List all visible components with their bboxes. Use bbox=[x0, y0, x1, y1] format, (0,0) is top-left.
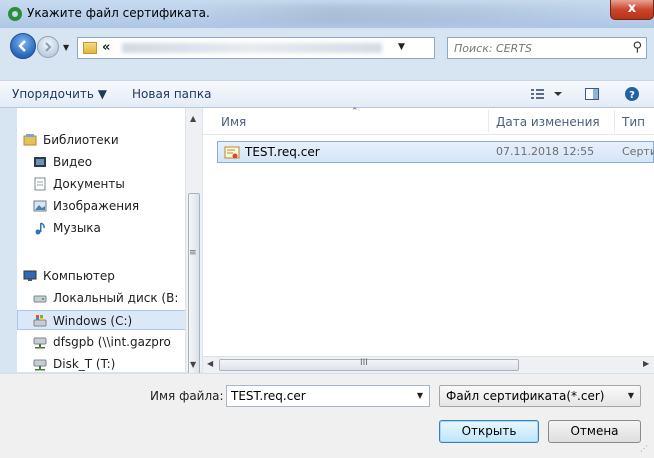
address-chevron[interactable]: « bbox=[102, 40, 110, 55]
recent-locations-dropdown[interactable]: ▼ bbox=[63, 43, 69, 52]
new-folder-button[interactable]: Новая папка bbox=[132, 87, 211, 101]
arrow-right-icon bbox=[45, 42, 52, 52]
file-name: TEST.req.cer bbox=[245, 145, 320, 159]
column-header-date[interactable]: Дата изменения bbox=[496, 115, 600, 129]
cancel-button[interactable]: Отмена bbox=[548, 420, 641, 443]
sidebar-item-label: Локальный диск (B: bbox=[53, 291, 179, 305]
sidebar-item-label: dfsgpb (\\int.gazpro bbox=[53, 335, 171, 349]
svg-text:?: ? bbox=[629, 90, 635, 101]
search-icon[interactable]: ⚲ bbox=[632, 40, 642, 55]
column-header-type[interactable]: Тип bbox=[622, 115, 645, 129]
sidebar-item-label: Windows (C:) bbox=[53, 314, 133, 328]
command-bar: Упорядочить ▼ Новая папка ? bbox=[0, 80, 654, 108]
certificate-file-icon bbox=[224, 146, 240, 159]
file-name-input[interactable] bbox=[231, 388, 401, 404]
sidebar-item-music[interactable]: Музыка bbox=[33, 218, 193, 238]
computer-icon bbox=[23, 270, 37, 281]
network-drive-icon bbox=[33, 337, 47, 349]
address-path bbox=[122, 43, 382, 53]
sidebar-item-label: Музыка bbox=[53, 221, 101, 235]
back-button[interactable] bbox=[10, 33, 36, 59]
view-options-button[interactable] bbox=[530, 86, 564, 105]
music-icon bbox=[35, 222, 45, 235]
navigation-pane-scrollbar[interactable]: ▲ ≡ ▼ bbox=[185, 108, 202, 408]
sidebar-item-local-disk-b[interactable]: Локальный диск (B: bbox=[33, 288, 193, 308]
scroll-grip-icon: ≡ bbox=[189, 248, 197, 258]
file-type-value: Файл сертификата(*.cer) bbox=[446, 389, 605, 403]
sidebar-item-video[interactable]: Видео bbox=[33, 152, 193, 172]
sidebar-item-disk-t[interactable]: Disk_T (T:) bbox=[33, 354, 193, 372]
scroll-up-icon[interactable]: ▲ bbox=[190, 114, 196, 123]
navigation-bar: ▼ « ▼ ↹ ⚲ bbox=[0, 28, 654, 80]
window-title: Укажите файл сертификата. bbox=[27, 6, 210, 20]
file-list-horizontal-scrollbar[interactable]: ◀ III ▶ bbox=[203, 356, 654, 373]
arrow-left-icon bbox=[18, 40, 26, 52]
video-icon bbox=[34, 157, 46, 167]
hard-disk-icon bbox=[33, 295, 47, 303]
view-list-icon bbox=[531, 89, 562, 99]
close-button[interactable]: x bbox=[610, 0, 654, 20]
file-row[interactable]: TEST.req.cer 07.11.2018 12:55 Серти bbox=[217, 141, 654, 163]
search-box[interactable]: ⚲ bbox=[447, 37, 647, 59]
libraries-icon bbox=[23, 134, 37, 146]
chevron-down-icon: ▼ bbox=[627, 391, 634, 400]
sidebar-item-network-dfsgpb[interactable]: dfsgpb (\\int.gazpro bbox=[33, 332, 201, 352]
pictures-icon bbox=[33, 200, 47, 212]
organize-button[interactable]: Упорядочить ▼ bbox=[12, 87, 107, 101]
file-type-select[interactable]: Файл сертификата(*.cer) ▼ bbox=[439, 385, 641, 407]
preview-pane-icon bbox=[585, 88, 599, 100]
sort-ascending-icon: ⌃ bbox=[351, 107, 359, 117]
address-dropdown-icon[interactable]: ▼ bbox=[398, 42, 405, 52]
scroll-grip-icon: III bbox=[360, 358, 368, 368]
column-header-name[interactable]: Имя bbox=[221, 115, 246, 129]
column-header-row: Имя ⌃ Дата изменения Тип bbox=[203, 107, 654, 135]
dialog-footer: Имя файла: ▼ Файл сертификата(*.cer) ▼ О… bbox=[0, 373, 654, 458]
scroll-down-icon[interactable]: ▼ bbox=[190, 360, 196, 369]
sidebar-item-windows-c[interactable]: Windows (C:) bbox=[17, 310, 201, 330]
app-icon bbox=[8, 7, 22, 21]
forward-button[interactable] bbox=[37, 36, 59, 58]
help-icon: ? bbox=[625, 87, 639, 101]
sidebar-item-label: Документы bbox=[53, 177, 125, 191]
file-open-dialog: Укажите файл сертификата. x ▼ « ▼ ↹ ⚲ bbox=[0, 0, 654, 458]
help-button[interactable]: ? bbox=[624, 86, 640, 105]
sidebar-item-pictures[interactable]: Изображения bbox=[33, 196, 193, 216]
file-name-label: Имя файла: bbox=[150, 389, 224, 403]
preview-pane-button[interactable] bbox=[584, 86, 600, 105]
blurred-background bbox=[190, 4, 610, 24]
file-name-combobox[interactable]: ▼ bbox=[226, 385, 430, 407]
open-button[interactable]: Открыть bbox=[439, 420, 539, 443]
sidebar-item-libraries[interactable]: Библиотеки bbox=[23, 130, 193, 150]
sidebar-item-label: Компьютер bbox=[43, 269, 115, 283]
resize-grip-icon[interactable]: ⋰ bbox=[640, 444, 648, 453]
chevron-down-icon[interactable]: ▼ bbox=[417, 391, 423, 400]
network-drive-icon bbox=[33, 359, 47, 371]
sidebar-item-label: Изображения bbox=[53, 199, 140, 213]
column-divider[interactable] bbox=[614, 110, 615, 132]
folder-icon bbox=[83, 42, 97, 54]
sidebar-item-documents[interactable]: Документы bbox=[33, 174, 193, 194]
sidebar-item-computer[interactable]: Компьютер bbox=[23, 266, 193, 286]
navigation-pane: Библиотеки Видео Документы Изображения М… bbox=[17, 108, 202, 372]
sidebar-item-label: Disk_T (T:) bbox=[53, 357, 116, 371]
file-list: Имя ⌃ Дата изменения Тип TEST.req.cer 07… bbox=[203, 107, 654, 356]
sidebar-item-label: Библиотеки bbox=[43, 133, 119, 147]
scrollbar-thumb[interactable]: III bbox=[219, 358, 519, 371]
scroll-right-icon[interactable]: ▶ bbox=[643, 359, 649, 368]
title-bar: Укажите файл сертификата. x bbox=[0, 0, 654, 28]
address-bar[interactable]: « ▼ ↹ bbox=[77, 37, 507, 59]
search-input[interactable] bbox=[454, 40, 614, 56]
column-divider[interactable] bbox=[488, 110, 489, 132]
sidebar-item-label: Видео bbox=[53, 155, 93, 169]
file-date-modified: 07.11.2018 12:55 bbox=[496, 145, 595, 158]
scroll-left-icon[interactable]: ◀ bbox=[207, 359, 213, 368]
file-type: Серти bbox=[622, 145, 654, 158]
documents-icon bbox=[34, 177, 46, 191]
windows-drive-icon bbox=[33, 315, 47, 327]
